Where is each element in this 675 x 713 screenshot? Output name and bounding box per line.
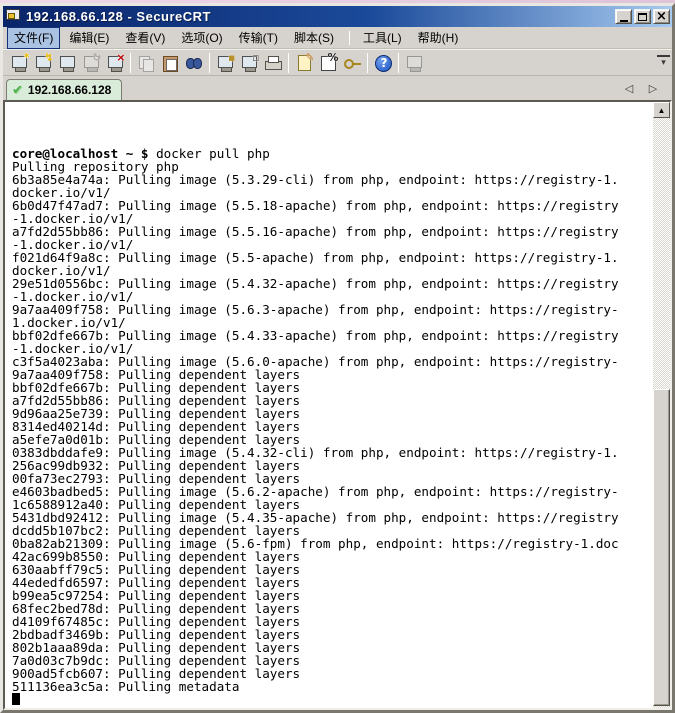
session-log-icon[interactable]: ▪ [213,52,237,74]
session-tab-label: 192.168.66.128 [28,83,111,97]
terminal-line [12,693,653,706]
terminal-line: 511136ea3c5a: Pulling metadata [12,680,653,693]
menu-item-file[interactable]: 文件(F) [7,27,60,49]
toolbar-separator [398,53,399,73]
session-options-icon[interactable]: ✎ [292,52,316,74]
menu-item-view[interactable]: 查看(V) [118,27,172,49]
tab-bar: ✔ 192.168.66.128 ◁ ▷ [3,76,672,100]
fullscreen-icon [402,52,426,74]
scrollbar-thumb[interactable] [653,389,670,706]
app-icon [6,9,22,24]
terminal-screen[interactable]: core@localhost ~ $ docker pull phpPullin… [3,100,672,710]
reconnect-icon: ↻ [79,52,103,74]
tab-scroll-right-button[interactable]: ▷ [646,82,660,95]
help-icon[interactable]: ? [371,52,395,74]
scroll-up-icon[interactable]: ▲ [653,102,670,118]
menu-item-help[interactable]: 帮助(H) [411,27,466,49]
toolbar: *↯ ↻× ▪▫ ✎%? ▾ [3,49,672,76]
terminal-line [12,121,653,134]
toolbar-separator [209,53,210,73]
securecrt-window: 192.168.66.128 - SecureCRT × 文件(F)编辑(E)查… [0,3,675,713]
menu-item-options[interactable]: 选项(O) [174,27,229,49]
menu-item-edit[interactable]: 编辑(E) [62,27,116,49]
toolbar-separator [130,53,131,73]
tab-scroll-left-button[interactable]: ◁ [622,82,636,95]
menu-item-transfer[interactable]: 传输(T) [232,27,285,49]
global-options-icon[interactable]: % [316,52,340,74]
toolbar-separator [288,53,289,73]
session-tab[interactable]: ✔ 192.168.66.128 [6,79,122,100]
connect-icon[interactable]: * [7,52,31,74]
copy-icon [134,52,158,74]
key-agent-icon[interactable] [340,52,364,74]
terminal-line [12,108,653,121]
connected-status-icon: ✔ [12,82,23,98]
menu-separator [349,31,350,45]
quick-connect-icon[interactable]: ↯ [31,52,55,74]
terminal-output: core@localhost ~ $ docker pull phpPullin… [5,102,653,708]
menu-bar: 文件(F)编辑(E)查看(V)选项(O)传输(T)脚本(S) 工具(L)帮助(H) [3,27,672,49]
print-icon[interactable] [261,52,285,74]
terminal-cursor [12,693,20,705]
menu-item-script[interactable]: 脚本(S) [287,27,341,49]
minimize-button[interactable] [615,9,632,24]
maximize-button[interactable] [634,9,651,24]
clone-session-icon[interactable]: ▫ [237,52,261,74]
menu-item-tools[interactable]: 工具(L) [356,27,409,49]
toolbar-overflow-button[interactable]: ▾ [657,55,670,68]
title-bar[interactable]: 192.168.66.128 - SecureCRT × [3,6,672,27]
disconnect-icon[interactable]: × [103,52,127,74]
connect-in-tab-icon[interactable] [55,52,79,74]
window-title: 192.168.66.128 - SecureCRT [26,9,613,24]
vertical-scrollbar[interactable]: ▲ [653,102,670,708]
close-button[interactable]: × [653,9,670,24]
toolbar-separator [367,53,368,73]
paste-icon[interactable] [158,52,182,74]
find-icon[interactable] [182,52,206,74]
